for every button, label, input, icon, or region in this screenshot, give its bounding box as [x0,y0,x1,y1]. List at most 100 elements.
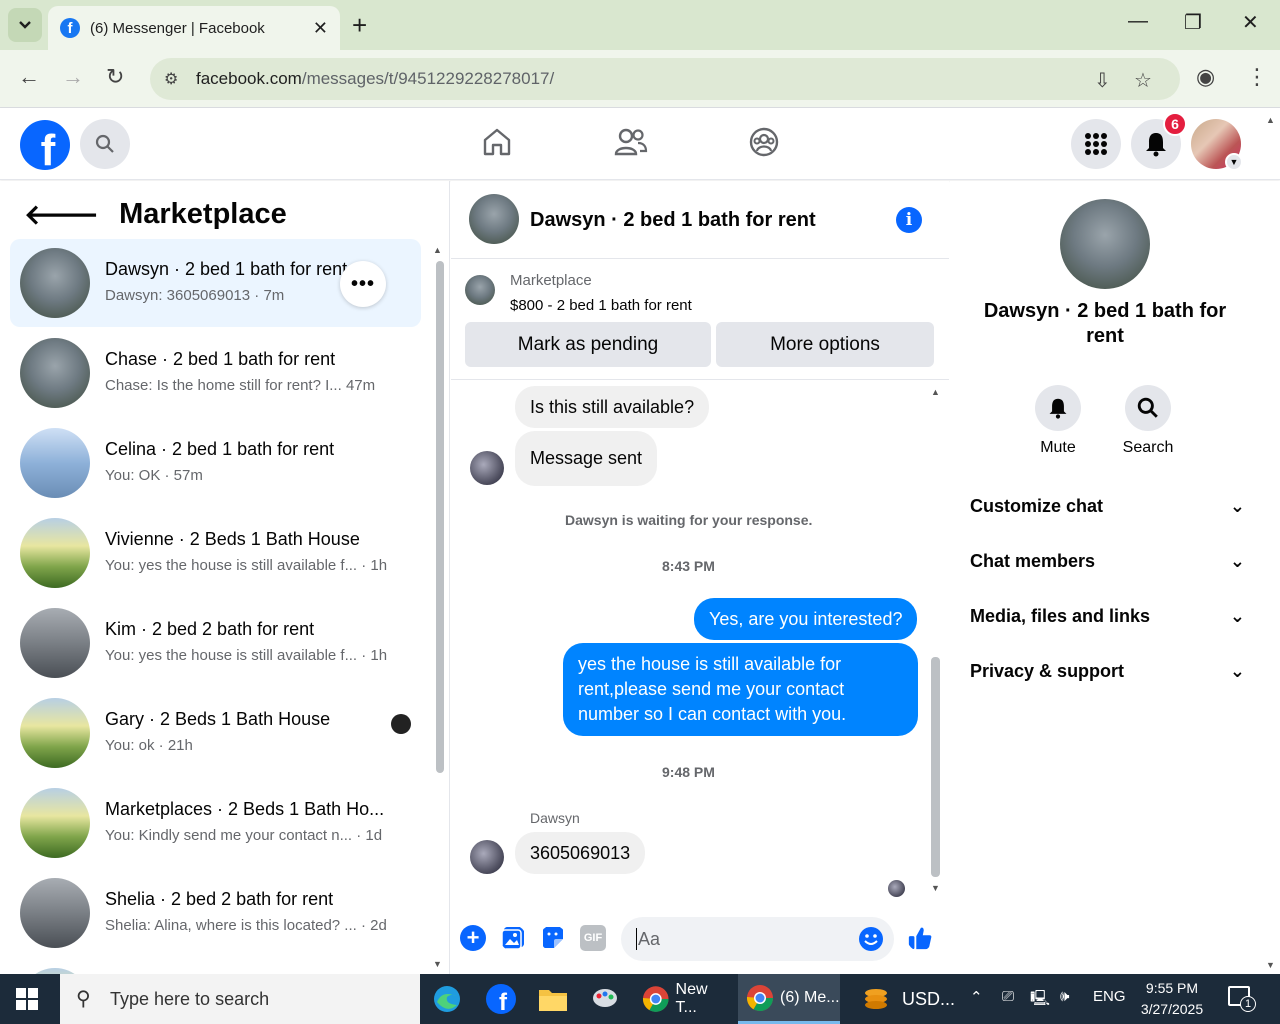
notification-center-icon[interactable]: 1 [1228,986,1256,1012]
edge-browser-icon[interactable] [432,974,468,1024]
conversation-item[interactable] [10,959,421,974]
info-icon[interactable]: i [896,207,922,233]
conversation-item[interactable]: Dawsyn · 2 bed 1 bath for rent Dawsyn: 3… [10,239,421,327]
system-clock[interactable]: 9:55 PM 3/27/2025 [1138,978,1206,1020]
bookmark-star-icon[interactable]: ☆ [1134,68,1152,93]
conversation-item[interactable]: Celina · 2 bed 1 bath for rent You: OK ·… [10,419,421,507]
conversation-preview: You: yes the house is still available f.… [105,557,388,574]
address-bar[interactable]: ⚙ facebook.com/messages/t/94512292282780… [150,58,1180,100]
close-window-button[interactable]: ✕ [1242,10,1259,35]
home-icon[interactable] [481,126,513,158]
plus-icon[interactable]: + [460,925,486,951]
maximize-button[interactable]: ❐ [1184,10,1202,35]
scroll-down-arrow-icon[interactable]: ▼ [433,959,442,969]
reload-button[interactable]: ↻ [106,64,124,90]
search-button[interactable] [80,119,130,169]
media-files-links-section[interactable]: Media, files and links ⌄ [970,606,1245,627]
contact-avatar[interactable] [1060,199,1150,289]
conversation-item[interactable]: Gary · 2 Beds 1 Bath House You: ok · 21h [10,689,421,777]
outgoing-message[interactable]: Yes, are you interested? [694,598,918,640]
gif-icon[interactable]: GIF [580,925,606,951]
conversation-item[interactable]: Kim · 2 bed 2 bath for rent You: yes the… [10,599,421,687]
taskbar-search-box[interactable]: ⚲ Type here to search [60,974,420,1024]
facebook-header: f [0,108,1280,180]
groups-icon[interactable] [748,126,780,158]
chevron-down-icon: ⌄ [1229,551,1245,571]
conversation-item[interactable]: Chase · 2 bed 1 bath for rent Chase: Is … [10,329,421,417]
conversation-avatar [20,518,90,588]
tab-search-button[interactable] [8,8,42,42]
chrome-new-tab-app[interactable]: New T... [640,974,732,1024]
scroll-down-arrow-icon[interactable]: ▼ [931,883,940,893]
listing-price[interactable]: $800 - 2 bed 1 bath for rent [510,297,692,314]
site-settings-icon[interactable]: ⚙ [164,69,178,89]
menu-button[interactable] [1071,119,1121,169]
chat-scrollbar[interactable] [931,657,940,877]
image-gallery-icon[interactable] [500,925,526,951]
currency-widget[interactable]: USD... [862,974,957,1024]
scroll-up-arrow-icon[interactable]: ▲ [931,387,940,397]
back-button[interactable]: ← [18,64,40,90]
windows-taskbar: ⚲ Type here to search f New T... (6) Me.… [0,974,1280,1024]
more-options-button[interactable]: More options [716,322,934,367]
friends-icon[interactable] [614,126,648,158]
chrome-messenger-app[interactable]: (6) Me... [738,974,840,1024]
privacy-support-section[interactable]: Privacy & support ⌄ [970,661,1245,682]
conversation-name: Shelia · 2 bed 2 bath for rent [105,889,334,909]
chat-avatar[interactable] [469,194,519,244]
menu-kebab-icon[interactable]: ⋮ [1246,64,1268,90]
windows-start-icon[interactable] [16,988,38,1010]
conversation-preview: You: ok · 21h [105,737,193,754]
back-arrow-icon[interactable]: 🡐 [24,197,99,231]
thumbs-up-icon[interactable] [907,925,933,951]
chevron-down-icon[interactable]: ▼ [1225,153,1243,171]
facebook-app-icon[interactable]: f [486,974,522,1024]
chat-members-section[interactable]: Chat members ⌄ [970,551,1245,572]
chat-title[interactable]: Dawsyn · 2 bed 1 bath for rent [530,209,816,232]
customize-chat-section[interactable]: Customize chat ⌄ [970,496,1245,517]
outgoing-message[interactable]: yes the house is still available for ren… [563,643,918,736]
incoming-message[interactable]: 3605069013 [515,832,646,874]
conversation-item[interactable]: Marketplaces · 2 Beds 1 Bath Ho... You: … [10,779,421,867]
list-scrollbar[interactable] [436,261,444,773]
close-tab-icon[interactable]: ✕ [313,18,328,39]
browser-tab-active[interactable]: f (6) Messenger | Facebook ✕ [48,6,340,50]
scroll-up-arrow-icon[interactable]: ▲ [1266,115,1275,125]
paint-app-icon[interactable] [590,974,626,1024]
search-icon [95,134,114,153]
conversation-item[interactable]: Vivienne · 2 Beds 1 Bath House You: yes … [10,509,421,597]
profile-icon[interactable]: ◉ [1196,64,1215,90]
scroll-up-arrow-icon[interactable]: ▲ [433,245,442,255]
new-tab-button[interactable]: + [352,10,367,41]
conversation-item[interactable]: Shelia · 2 bed 2 bath for rent Shelia: A… [10,869,421,957]
listing-thumbnail[interactable] [465,275,495,305]
emoji-icon[interactable] [858,926,884,952]
mark-as-pending-button[interactable]: Mark as pending [465,322,711,367]
app-label: (6) Me... [780,988,840,1006]
chat-info-panel: Dawsyn · 2 bed 1 bath for rent Mute Sear… [950,181,1280,974]
sender-avatar[interactable] [470,840,504,874]
network-icon[interactable]: 🖳 [1030,988,1050,1013]
conversation-name: Celina · 2 bed 1 bath for rent [105,439,335,459]
minimize-button[interactable]: — [1128,10,1148,33]
install-app-icon[interactable]: ⇩ [1094,68,1111,93]
conversation-preview: Shelia: Alina, where is this located? ..… [105,917,387,934]
incoming-message[interactable]: Is this still available? [515,386,710,428]
search-action[interactable]: Search [1103,385,1193,457]
meet-now-icon[interactable]: ⎚ [1002,988,1014,1005]
conversation-name: Kim · 2 bed 2 bath for rent [105,619,315,639]
language-indicator[interactable]: ENG [1093,988,1126,1005]
message-input[interactable]: Aa [621,917,894,961]
scroll-down-arrow-icon[interactable]: ▼ [1266,960,1275,970]
conversation-avatar [20,698,90,768]
more-options-button[interactable]: ••• [340,261,386,307]
forward-button[interactable]: → [62,64,84,90]
chevron-up-icon[interactable]: ⌃ [970,988,983,1006]
facebook-logo-icon[interactable]: f [20,120,70,170]
incoming-message[interactable]: Message sent [515,431,658,486]
sticker-icon[interactable] [540,925,566,951]
sender-avatar[interactable] [470,451,504,485]
file-explorer-icon[interactable] [538,974,574,1024]
volume-icon[interactable]: 🕪 [1060,988,1069,1005]
mute-action[interactable]: Mute [1013,385,1103,457]
